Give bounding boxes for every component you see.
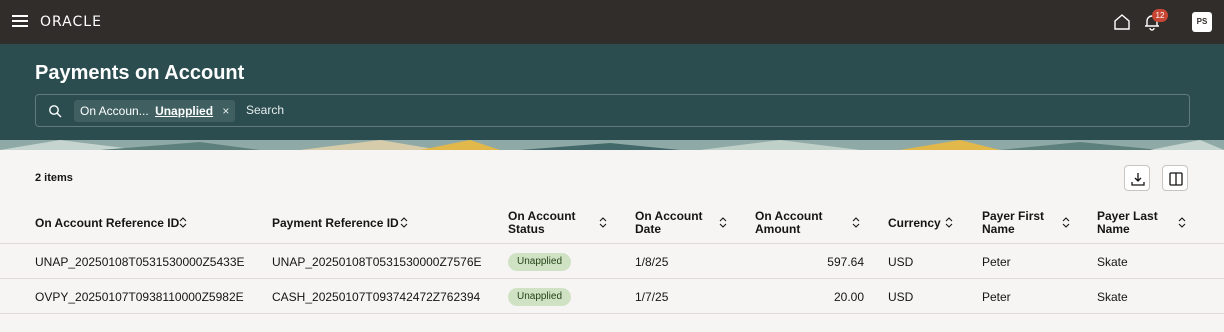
- date-cell: 1/8/25: [635, 255, 669, 269]
- last-name-cell: Skate: [1097, 255, 1128, 269]
- search-input[interactable]: Search: [246, 103, 284, 117]
- oracle-logo[interactable]: ORACLE: [40, 14, 102, 30]
- sort-icon[interactable]: [599, 217, 607, 228]
- filter-chip[interactable]: On Accoun... Unapplied ×: [74, 100, 236, 122]
- currency-cell: USD: [888, 290, 914, 304]
- amount-cell: 20.00: [833, 290, 864, 304]
- sort-icon[interactable]: [719, 217, 727, 228]
- column-header-date[interactable]: On Account Date: [635, 210, 703, 236]
- status-badge: Unapplied: [508, 253, 571, 271]
- column-header-currency[interactable]: Currency: [888, 217, 941, 230]
- date-cell: 1/7/25: [635, 290, 669, 304]
- download-icon: [1131, 173, 1145, 186]
- page-header: Payments on Account On Accoun... Unappli…: [0, 44, 1224, 150]
- top-nav-bar: ORACLE 12 PS: [0, 0, 1224, 44]
- sort-icon[interactable]: [1178, 217, 1186, 228]
- chip-close-icon[interactable]: ×: [222, 104, 229, 118]
- download-button[interactable]: [1124, 165, 1150, 191]
- first-name-cell: Peter: [982, 255, 1011, 269]
- row-divider: [0, 278, 1224, 279]
- column-header-payer-first-name[interactable]: Payer First Name: [982, 210, 1044, 236]
- last-name-cell: Skate: [1097, 290, 1128, 304]
- status-badge: Unapplied: [508, 288, 571, 306]
- sort-icon[interactable]: [852, 217, 860, 228]
- home-icon[interactable]: [1113, 13, 1131, 31]
- sort-icon[interactable]: [1062, 217, 1070, 228]
- search-icon: [49, 105, 62, 118]
- hamburger-icon[interactable]: [12, 15, 28, 27]
- sort-icon[interactable]: [179, 217, 187, 228]
- notification-badge: 12: [1152, 9, 1168, 22]
- sort-icon[interactable]: [945, 217, 953, 228]
- on-account-ref-cell: UNAP_20250108T0531530000Z5433E: [35, 255, 245, 269]
- column-header-payer-last-name[interactable]: Payer Last Name: [1097, 210, 1158, 236]
- on-account-ref-cell: OVPY_20250107T0938110000Z5982E: [35, 290, 244, 304]
- columns-icon: [1169, 172, 1183, 186]
- column-header-on-account-ref[interactable]: On Account Reference ID: [35, 217, 179, 230]
- column-header-payment-ref[interactable]: Payment Reference ID: [272, 217, 399, 230]
- filter-chip-label: On Accoun...: [80, 104, 149, 118]
- columns-button[interactable]: [1162, 165, 1188, 191]
- payment-ref-cell: UNAP_20250108T0531530000Z7576E: [272, 255, 482, 269]
- amount-cell: 597.64: [827, 255, 864, 269]
- payment-ref-cell: CASH_20250107T093742472Z762394: [272, 290, 481, 304]
- sort-icon[interactable]: [400, 217, 408, 228]
- first-name-cell: Peter: [982, 290, 1011, 304]
- avatar[interactable]: PS: [1192, 12, 1212, 32]
- search-bar[interactable]: On Accoun... Unapplied × Search: [35, 94, 1190, 127]
- column-header-status[interactable]: On Account Status: [508, 210, 576, 236]
- filter-chip-value[interactable]: Unapplied: [155, 104, 213, 118]
- column-header-amount[interactable]: On Account Amount: [755, 210, 823, 236]
- decorative-banner: [0, 140, 1224, 150]
- items-count: 2 items: [35, 172, 73, 184]
- row-divider: [0, 313, 1224, 314]
- page-title: Payments on Account: [35, 62, 245, 84]
- header-divider: [0, 243, 1224, 244]
- currency-cell: USD: [888, 255, 914, 269]
